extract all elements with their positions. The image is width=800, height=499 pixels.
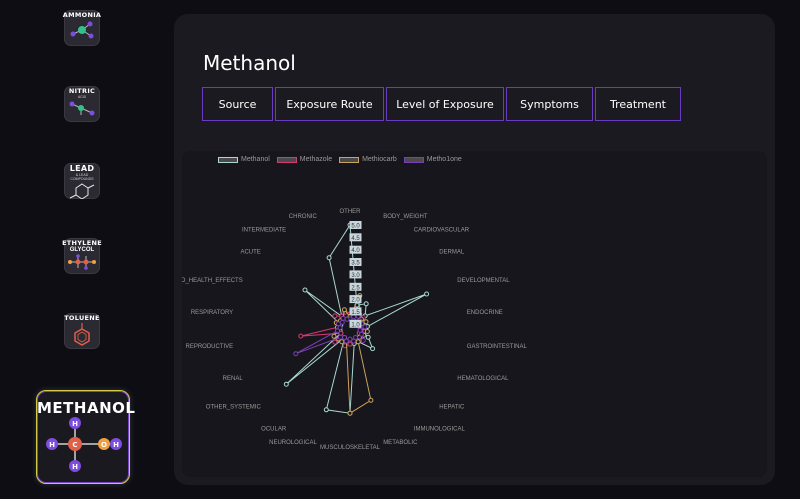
svg-text:H: H <box>72 463 78 471</box>
axis-label: HEPATIC <box>439 404 465 410</box>
sidebar-item-label: LEAD <box>69 164 95 173</box>
data-point[interactable] <box>298 333 304 339</box>
sidebar-item-toluene[interactable]: TOLUENE <box>64 313 100 349</box>
sidebar-item-label: AMMONIA <box>62 11 102 19</box>
data-point[interactable] <box>283 381 289 387</box>
data-point[interactable] <box>339 319 345 325</box>
sidebar-item-nitric-acid[interactable]: NITRIC ACID <box>64 86 100 122</box>
axis-label: RESPIRATORY <box>191 310 233 316</box>
tab-bar: Source Exposure Route Level of Exposure … <box>202 87 683 121</box>
tick-label: 3.5 <box>351 261 360 267</box>
data-point[interactable] <box>364 329 370 334</box>
sidebar-item-sublabel: & LEAD COMPOUNDS <box>70 173 94 181</box>
lead-molecule-icon <box>69 183 95 199</box>
ammonia-molecule-icon <box>70 21 94 39</box>
tick-label: 4.5 <box>351 236 360 242</box>
data-point[interactable] <box>344 316 350 322</box>
data-point[interactable] <box>341 307 347 313</box>
sidebar-item-label: NITRIC <box>68 87 96 95</box>
axis-label: OTHER_SYSTEMIC <box>206 404 262 410</box>
data-point[interactable] <box>363 319 369 325</box>
tab-level-of-exposure[interactable]: Level of Exposure <box>386 87 504 121</box>
data-point[interactable] <box>332 339 338 345</box>
axis-label: METABOLIC <box>383 440 418 446</box>
axis-label: REPRODUCTIVE <box>186 344 234 350</box>
radar-chart-container: Methanol Methazole Methiocarb Metho1one OTH… <box>182 151 767 477</box>
tick-label: 2.5 <box>351 285 360 291</box>
data-point[interactable] <box>362 324 368 330</box>
data-point[interactable] <box>323 407 329 413</box>
sidebar-item-label: TOLUENE <box>64 314 100 322</box>
data-point[interactable] <box>331 333 337 339</box>
tick-label: 2.0 <box>351 298 360 304</box>
sidebar-item-methanol-active[interactable]: METHANOL H H H C O H <box>36 390 135 484</box>
axis-label: BODY_WEIGHT <box>383 214 428 220</box>
data-point[interactable] <box>360 338 366 343</box>
data-point[interactable] <box>293 351 299 357</box>
data-point[interactable] <box>370 346 376 352</box>
axis-label: MUSCULOSKELETAL <box>320 445 381 451</box>
tab-source[interactable]: Source <box>202 87 273 121</box>
axis-label: NO_HEALTH_EFFECTS <box>182 278 243 284</box>
axis-label: CHRONIC <box>289 214 318 220</box>
tab-treatment[interactable]: Treatment <box>595 87 681 121</box>
tab-exposure-route[interactable]: Exposure Route <box>275 87 384 121</box>
svg-text:C: C <box>72 441 77 449</box>
tab-label: Level of Exposure <box>396 97 494 111</box>
sidebar: AMMONIA NITRIC ACID LEAD & LEAD COMPOUND… <box>0 0 165 499</box>
axis-label: GASTROINTESTINAL <box>467 344 528 350</box>
page-title: Methanol <box>203 51 296 75</box>
data-point[interactable] <box>355 339 361 345</box>
data-point[interactable] <box>359 331 364 337</box>
axis-label: CARDIOVASCULAR <box>414 228 470 234</box>
tab-label: Exposure Route <box>286 97 373 111</box>
data-point[interactable] <box>338 334 343 340</box>
svg-text:H: H <box>72 420 78 428</box>
svg-text:H: H <box>113 441 119 449</box>
tab-label: Symptoms <box>520 97 579 111</box>
tick-label: 1.0 <box>351 322 360 328</box>
data-point[interactable] <box>368 397 374 403</box>
axis-label: NEUROLOGICAL <box>269 440 317 446</box>
axis-label: ENDOCRINE <box>467 310 503 316</box>
axis-label: DERMAL <box>439 250 465 256</box>
sidebar-item-label: ETHYLENE <box>62 239 102 247</box>
tick-label: 5.0 <box>351 224 360 230</box>
axis-label: HEMATOLOGICAL <box>457 376 509 382</box>
nitric-acid-molecule-icon <box>69 101 95 116</box>
svg-text:H: H <box>49 441 55 449</box>
data-point[interactable] <box>424 291 430 297</box>
methanol-molecule-icon: H H H C O H <box>46 417 122 472</box>
axis-label: INTERMEDIATE <box>242 228 286 234</box>
data-point[interactable] <box>347 410 353 416</box>
axis-label: OTHER <box>340 209 362 215</box>
axis-label: OCULAR <box>261 426 287 432</box>
radar-chart: OTHER BODY_WEIGHT CARDIOVASCULAR DERMAL DEVE… <box>182 209 528 451</box>
sidebar-item-ethylene-glycol[interactable]: ETHYLENE GLYCOL <box>62 238 102 274</box>
tab-symptoms[interactable]: Symptoms <box>506 87 593 121</box>
axis-label: ACUTE <box>240 250 260 256</box>
axis-label: RENAL <box>223 376 244 382</box>
axis-label: DEVELOPMENTAL <box>457 278 510 284</box>
tick-label: 3.0 <box>351 273 360 279</box>
tick-label: 1.5 <box>351 310 360 316</box>
sidebar-item-lead[interactable]: LEAD & LEAD COMPOUNDS <box>64 163 100 199</box>
data-point[interactable] <box>363 301 369 307</box>
ethylene-glycol-molecule-icon <box>68 254 96 270</box>
svg-text:O: O <box>101 441 107 449</box>
main-panel: Methanol Source Exposure Route Level of … <box>174 14 775 485</box>
toluene-molecule-icon <box>74 323 90 346</box>
data-point[interactable] <box>302 287 308 293</box>
data-point[interactable] <box>326 255 332 261</box>
sidebar-item-ammonia[interactable]: AMMONIA <box>62 10 102 46</box>
tab-label: Treatment <box>610 97 666 111</box>
data-point[interactable] <box>347 341 353 347</box>
data-point[interactable] <box>332 313 338 319</box>
tick-label: 4.0 <box>351 248 360 254</box>
data-point[interactable] <box>342 335 347 340</box>
data-point[interactable] <box>340 315 346 321</box>
tab-label: Source <box>218 97 257 111</box>
data-point[interactable] <box>365 334 371 340</box>
axis-label: IMMUNOLOGICAL <box>414 426 466 432</box>
